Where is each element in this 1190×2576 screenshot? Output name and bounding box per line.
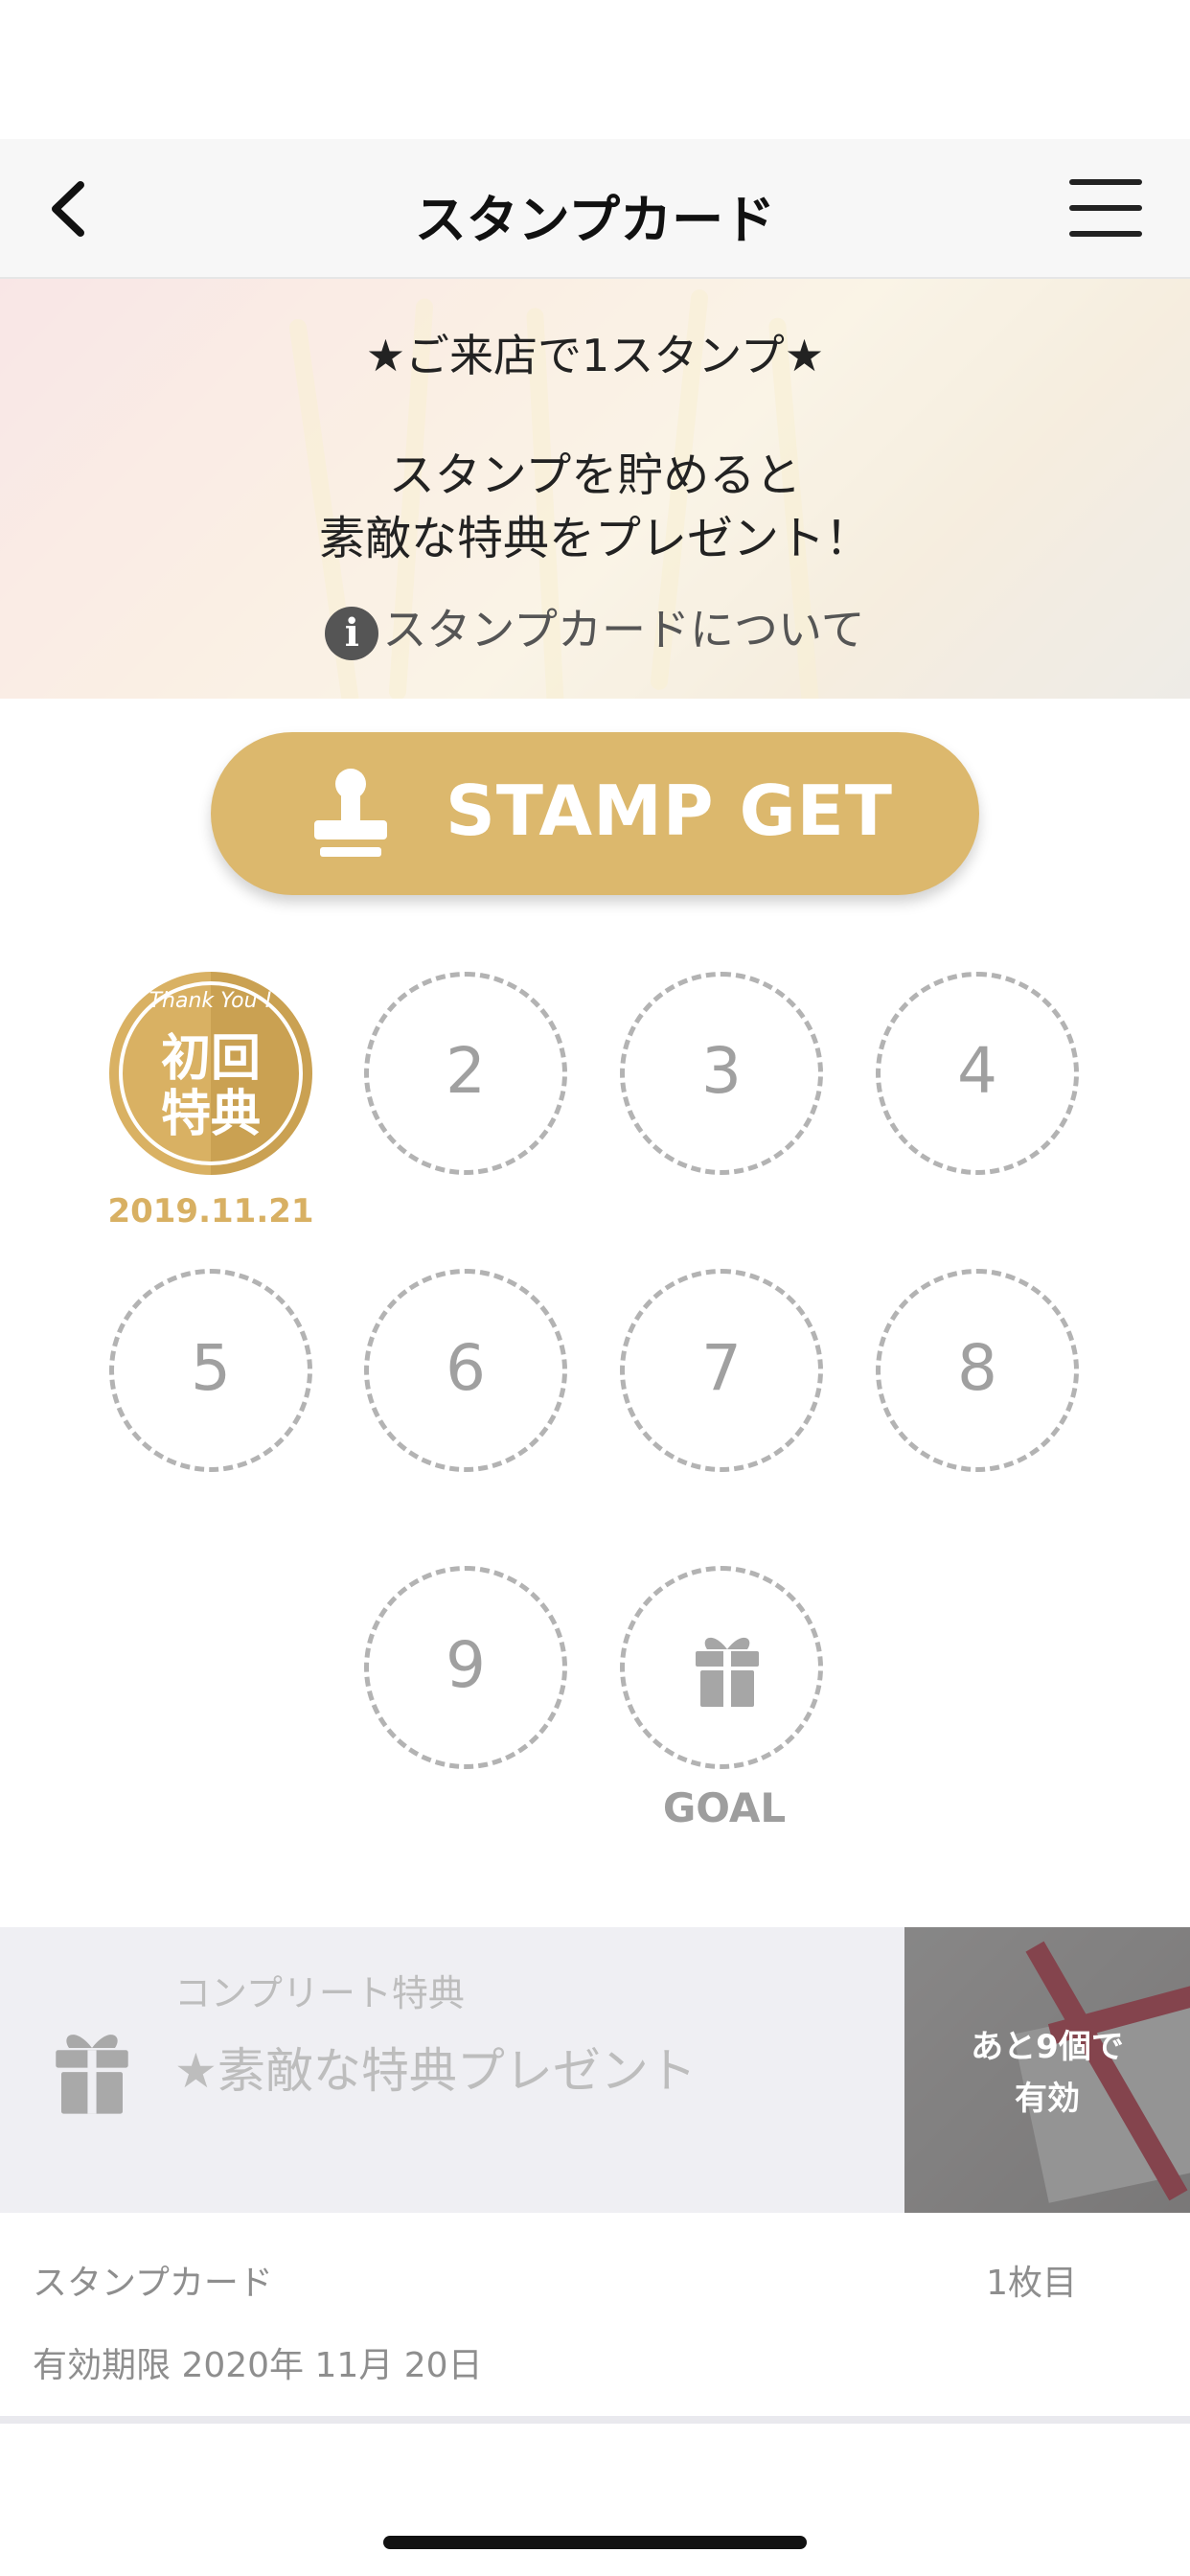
about-stamp-card-label: スタンプカードについて [382, 604, 865, 656]
hero-description: スタンプを貯めると 素敵な特典をプレゼント！ [0, 444, 1190, 570]
reward-name: ★素敵な特典プレゼント [174, 2043, 697, 2099]
stamp-slot-goal [620, 1566, 823, 1769]
stamp-date: 2019.11.21 [107, 1192, 314, 1230]
hero-description-line2: 素敵な特典をプレゼント！ [318, 512, 871, 565]
hero-description-line1: スタンプを貯めると [388, 448, 802, 502]
gift-icon [696, 1637, 759, 1707]
stamp-slot-number: 6 [446, 1331, 486, 1405]
stamp-slot-3: 3 [620, 972, 823, 1175]
stamp-slot-number: 8 [957, 1331, 997, 1405]
stamp-slot-number: 2 [446, 1034, 486, 1108]
hamburger-menu-icon[interactable] [1069, 179, 1142, 237]
navigation-bar: スタンプカード [0, 139, 1190, 279]
card-expiry: 有効期限 2020年 11月 20日 [33, 2346, 483, 2385]
bottom-area [0, 2431, 1190, 2576]
stamp-slot-7: 7 [620, 1269, 823, 1472]
status-bar [0, 0, 1190, 139]
stamp-slot-2: 2 [364, 972, 567, 1175]
hero-headline: ★ご来店で1スタンプ★ [365, 330, 825, 381]
stamp-get-button[interactable]: STAMP GET [211, 732, 979, 895]
stamp-slot-6: 6 [364, 1269, 567, 1472]
about-stamp-card-link[interactable]: i スタンプカードについて [0, 595, 1190, 660]
stamp-slot-number: 3 [701, 1034, 742, 1108]
stamp-get-label: STAMP GET [446, 770, 893, 851]
stamp-slot-number: 4 [957, 1034, 997, 1108]
stamp-slot-number: 7 [701, 1331, 742, 1405]
reward-remaining-line1: あと9個で [971, 2028, 1124, 2066]
stamp-slot-9: 9 [364, 1566, 567, 1769]
reward-remaining-line2: 有効 [1015, 2080, 1080, 2118]
gift-icon [56, 2035, 128, 2114]
page-title: スタンプカード [414, 190, 776, 250]
reward-subtitle: コンプリート特典 [174, 1972, 465, 2014]
stamp-slot-1-stamped: Thank You ! 初回 特典 [109, 972, 312, 1175]
card-label: スタンプカード [33, 2264, 273, 2303]
stamp-thank-you: Thank You ! [149, 989, 273, 1013]
stamp-first-benefit: 初回 特典 [109, 1031, 312, 1142]
goal-label: GOAL [662, 1784, 787, 1831]
home-indicator[interactable] [383, 2536, 807, 2549]
hero-banner: ★ご来店で1スタンプ★ スタンプを貯めると 素敵な特典をプレゼント！ i スタンプ… [0, 279, 1190, 699]
stamp-slot-8: 8 [876, 1269, 1079, 1472]
stamp-slot-4: 4 [876, 972, 1079, 1175]
stamp-first-benefit-line1: 初回 [160, 1030, 261, 1088]
complete-reward-row[interactable]: コンプリート特典 ★素敵な特典プレゼント あと9個で 有効 [0, 1927, 1190, 2213]
info-icon: i [325, 606, 379, 660]
card-count: 1枚目 [986, 2264, 1077, 2303]
stamp-slot-5: 5 [109, 1269, 312, 1472]
reward-image: あと9個で 有効 [904, 1927, 1190, 2213]
card-info: スタンプカード 1枚目 有効期限 2020年 11月 20日 [0, 2213, 1190, 2424]
stamp-slot-number: 9 [446, 1628, 486, 1702]
stamp-icon [314, 769, 387, 857]
stamp-first-benefit-line2: 特典 [160, 1086, 261, 1143]
reward-remaining: あと9個で 有効 [904, 2021, 1190, 2125]
stamp-slot-number: 5 [191, 1331, 231, 1405]
